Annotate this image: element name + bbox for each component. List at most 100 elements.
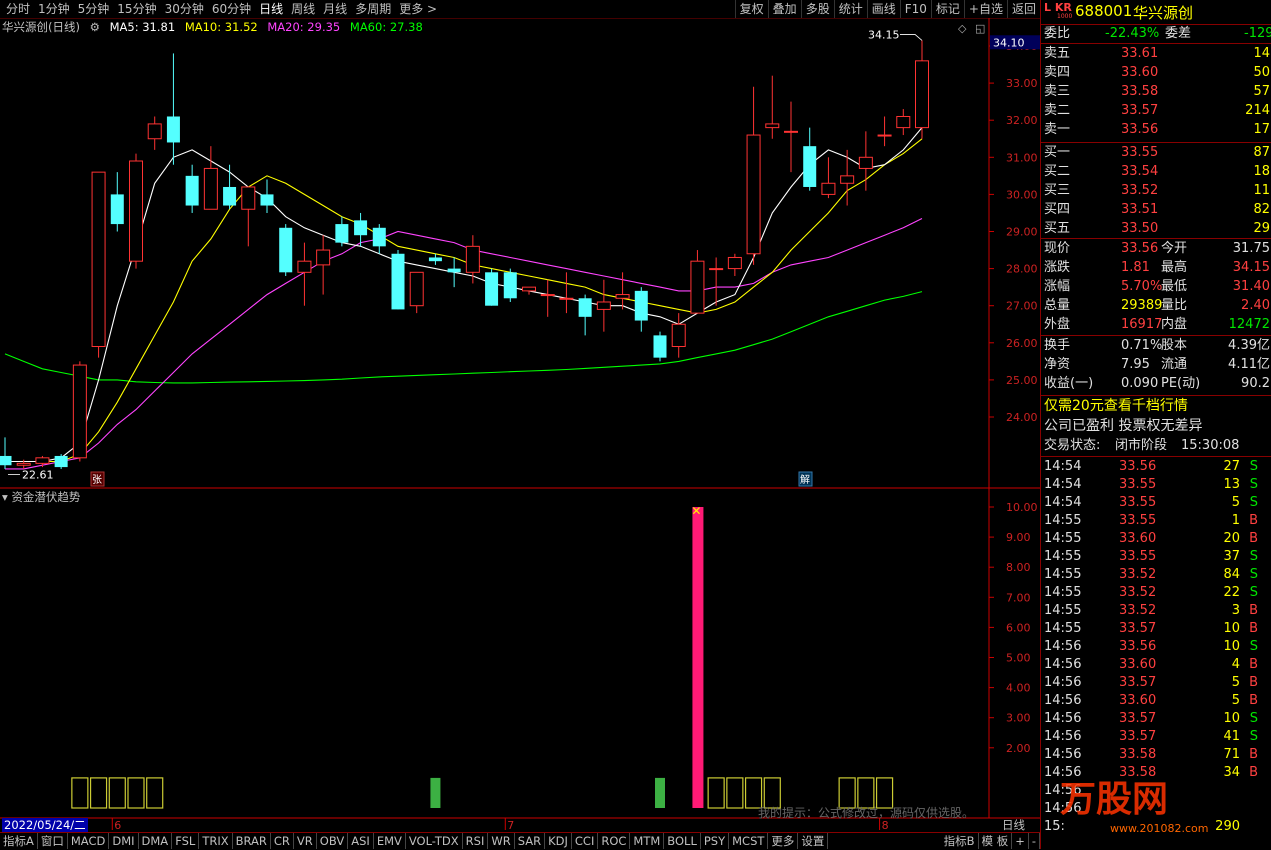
signal-yellow (707, 777, 725, 809)
toolbar-action[interactable]: 多股 (800, 0, 834, 18)
indicator-tab[interactable]: 窗口 (38, 833, 68, 849)
ind-tick-label: 6.00 (1006, 621, 1031, 634)
indicator-tab[interactable]: MCST (729, 833, 769, 849)
period-tab[interactable]: 更多 > (395, 0, 441, 18)
candle-down (223, 186, 237, 206)
period-tab[interactable]: 30分钟 (161, 0, 208, 18)
tick-side: S (1249, 549, 1258, 564)
period-tab[interactable]: 多周期 (351, 0, 395, 18)
jie-marker-label: 解 (800, 473, 810, 486)
indicator-tab[interactable]: FSL (172, 833, 200, 849)
price-tick-label: 24.00 (1006, 411, 1038, 424)
settings-icon[interactable]: ⚙ (90, 20, 100, 34)
divider (1041, 43, 1271, 44)
quote-value: 33.56 (1121, 241, 1159, 256)
indicator-tab[interactable]: ROC (598, 833, 631, 849)
indicator-tab[interactable]: EMV (374, 833, 406, 849)
quote-row: 涨跌 1.81 最高 34.15 (1041, 259, 1271, 277)
bid-price: 33.50 (1121, 221, 1159, 236)
tick-side: B (1249, 513, 1258, 528)
period-tab[interactable]: 5分钟 (74, 0, 114, 18)
promo-text[interactable]: 仅需20元查看千档行情 (1044, 397, 1188, 415)
tick-row: 14:55 33.52 22 S (1041, 584, 1271, 602)
period-tab[interactable]: 周线 (287, 0, 319, 18)
quote-label: 最低 (1161, 279, 1188, 294)
indicator-tab-right[interactable]: 指标B (941, 833, 979, 849)
ind-tick-label: 8.00 (1006, 561, 1031, 574)
toolbar-action[interactable]: 返回 (1006, 0, 1040, 18)
toolbar-action[interactable]: 叠加 (767, 0, 801, 18)
price-tick-label: 31.00 (1006, 151, 1038, 164)
indicator-tab[interactable]: MACD (68, 833, 110, 849)
indicator-tab[interactable]: RSI (463, 833, 489, 849)
toolbar-action[interactable]: +自选 (963, 0, 1007, 18)
indicator-tab-right[interactable]: + (1012, 833, 1029, 849)
tick-price: 33.57 (1119, 711, 1157, 726)
indicator-name[interactable]: ▾ 资金潜伏趋势 (2, 489, 80, 505)
indicator-tab[interactable]: MTM (630, 833, 665, 849)
promo-link[interactable]: 仅需20元查看千档行情 (1041, 397, 1271, 415)
indicator-tab[interactable]: 指标A (0, 833, 38, 849)
indicator-tab[interactable]: CCI (572, 833, 599, 849)
period-tab[interactable]: 月线 (319, 0, 351, 18)
period-tab[interactable]: 分时 (2, 0, 34, 18)
fund-row: 净资 7.95 流通 4.11亿 (1041, 356, 1271, 374)
indicator-tab[interactable]: BRAR (233, 833, 271, 849)
ask-level: 卖二 (1044, 103, 1071, 118)
indicator-tab-right[interactable]: 模 板 (979, 833, 1013, 849)
toolbar-action[interactable]: 统计 (833, 0, 867, 18)
kline-chart[interactable]: 34.0033.0032.0031.0030.0029.0028.0027.00… (0, 18, 1040, 849)
diamond-icon: ◇ (958, 22, 967, 35)
candle-up (615, 294, 630, 299)
indicator-toggle-icon[interactable]: ▾ (2, 490, 8, 504)
tick-side: B (1249, 621, 1258, 636)
indicator-tab[interactable]: 更多 (768, 833, 799, 849)
kline-svg[interactable]: 34.0033.0032.0031.0030.0029.0028.0027.00… (0, 18, 1040, 832)
indicator-tab[interactable]: TRIX (199, 833, 233, 849)
bid-volume: 11 (1253, 183, 1270, 198)
indicator-tab[interactable]: DMA (139, 833, 173, 849)
indicator-tab[interactable]: CR (271, 833, 294, 849)
candle-up (765, 123, 780, 129)
toolbar-action[interactable]: 标记 (930, 0, 964, 18)
candle-up (147, 123, 162, 140)
indicator-tab[interactable]: PSY (701, 833, 730, 849)
ask-level: 卖五 (1044, 46, 1071, 61)
notice-row: 公司已盈利 投票权无差异 (1041, 417, 1271, 435)
toolbar-action[interactable]: 画线 (866, 0, 900, 18)
candle-up (746, 134, 761, 255)
tick-time: 14:56 (1044, 639, 1082, 654)
toolbar-action[interactable]: F10 (899, 0, 931, 18)
candle-down (634, 290, 648, 321)
indicator-tab[interactable]: 设置 (798, 833, 829, 849)
indicator-tab[interactable]: KDJ (545, 833, 572, 849)
indicator-tab[interactable]: WR (488, 833, 515, 849)
tick-side: S (1249, 711, 1258, 726)
indicator-tab[interactable]: BOLL (664, 833, 701, 849)
candle-down (653, 335, 667, 358)
period-tab[interactable]: 1分钟 (34, 0, 74, 18)
market-sub: 1000 (1057, 13, 1073, 20)
indicator-tab[interactable]: DMI (109, 833, 139, 849)
tick-volume: 13 (1223, 477, 1240, 492)
candle-up (241, 186, 256, 210)
indicator-tab[interactable]: ASI (348, 833, 374, 849)
bid-volume: 29 (1253, 221, 1270, 236)
quote-value: 5.70% (1121, 279, 1163, 294)
candle-up (72, 364, 87, 459)
indicator-tab[interactable]: VOL-TDX (406, 833, 463, 849)
ask-price: 33.60 (1121, 65, 1159, 80)
period-tab[interactable]: 15分钟 (113, 0, 160, 18)
indicator-tab[interactable]: SAR (515, 833, 546, 849)
candle-down (185, 175, 199, 206)
toolbar-action[interactable]: 复权 (734, 0, 768, 18)
tick-row: 14:54 33.55 13 S (1041, 476, 1271, 494)
ask-level: 卖四 (1044, 65, 1071, 80)
tick-row: 14:56 33.60 4 B (1041, 656, 1271, 674)
period-tab[interactable]: 日线 (255, 0, 287, 18)
indicator-tab-right[interactable]: - (1029, 833, 1040, 849)
period-tab[interactable]: 60分钟 (208, 0, 255, 18)
period-mode[interactable]: 日线 (1002, 818, 1025, 832)
indicator-tab[interactable]: VR (294, 833, 317, 849)
indicator-tab[interactable]: OBV (317, 833, 349, 849)
